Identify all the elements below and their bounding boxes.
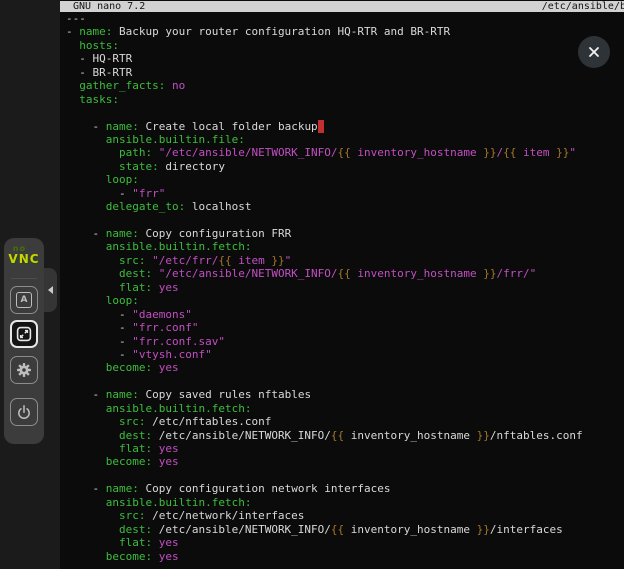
panel-divider (11, 278, 37, 279)
editor-line: become: yes (66, 455, 624, 468)
a-key-icon: A (16, 292, 32, 308)
editor-line: - name: Create local folder backup (66, 120, 624, 133)
fullscreen-icon (16, 326, 32, 342)
editor-line: flat: yes (66, 442, 624, 455)
editor-line: flat: yes (66, 281, 624, 294)
close-button[interactable] (578, 36, 610, 68)
novnc-logo-vnc: VNC (4, 253, 44, 265)
editor-line: - name: Copy configuration FRR (66, 227, 624, 240)
editor-line: - "vtysh.conf" (66, 348, 624, 361)
gear-icon (16, 362, 32, 378)
editor-line (66, 469, 624, 482)
editor-line: - "frr" (66, 187, 624, 200)
editor-line: hosts: (66, 39, 624, 52)
editor-line: - HQ-RTR (66, 52, 624, 65)
editor-line: - BR-RTR (66, 66, 624, 79)
terminal-window: GNU nano 7.2 /etc/ansible/b ---- name: B… (60, 0, 624, 569)
settings-button[interactable] (10, 356, 38, 384)
editor-line: src: "/etc/frr/{{ item }}" (66, 254, 624, 267)
editor-line: - name: Backup your router configuration… (66, 25, 624, 38)
editor-line: src: /etc/network/interfaces (66, 509, 624, 522)
close-icon (588, 46, 600, 58)
editor-line: tasks: (66, 93, 624, 106)
nano-version-label: GNU nano 7.2 (73, 1, 145, 12)
editor-line: - name: Copy configuration network inter… (66, 482, 624, 495)
editor-line: become: yes (66, 550, 624, 563)
editor-line: dest: /etc/ansible/NETWORK_INFO/{{ inven… (66, 429, 624, 442)
fullscreen-button[interactable] (10, 320, 38, 348)
editor-line: delegate_to: localhost (66, 200, 624, 213)
editor-line: path: "/etc/ansible/NETWORK_INFO/{{ inve… (66, 146, 624, 159)
nano-titlebar: GNU nano 7.2 /etc/ansible/b (60, 1, 624, 12)
editor-line: src: /etc/nftables.conf (66, 415, 624, 428)
power-icon (16, 404, 32, 420)
editor-line (66, 375, 624, 388)
novnc-logo: no VNC (4, 245, 44, 265)
editor-line: gather_facts: no (66, 79, 624, 92)
editor-line: --- (66, 12, 624, 25)
editor-line: ansible.builtin.fetch: (66, 240, 624, 253)
editor-line: loop: (66, 173, 624, 186)
editor-line: state: directory (66, 160, 624, 173)
editor-line: become: yes (66, 361, 624, 374)
keyboard-button[interactable]: A (10, 286, 38, 314)
editor-line: - "frr.conf.sav" (66, 335, 624, 348)
editor-line: dest: /etc/ansible/NETWORK_INFO/{{ inven… (66, 523, 624, 536)
editor-text[interactable]: ---- name: Backup your router configurat… (66, 12, 624, 569)
editor-line: ansible.builtin.fetch: (66, 496, 624, 509)
editor-line (66, 106, 624, 119)
editor-line: dest: "/etc/ansible/NETWORK_INFO/{{ inve… (66, 267, 624, 280)
editor-line: flat: yes (66, 536, 624, 549)
nano-filename-label: /etc/ansible/b (542, 1, 624, 12)
vnc-control-panel: no VNC A (4, 238, 44, 444)
power-button[interactable] (10, 398, 38, 426)
panel-collapse-handle[interactable] (44, 268, 57, 312)
editor-line: loop: (66, 294, 624, 307)
editor-line: ansible.builtin.file: (66, 133, 624, 146)
collapse-left-icon (48, 286, 53, 294)
editor-line: - name: Copy saved rules nftables (66, 388, 624, 401)
editor-line (66, 214, 624, 227)
editor-line: ansible.builtin.fetch: (66, 402, 624, 415)
editor-line: - "frr.conf" (66, 321, 624, 334)
editor-line: - "daemons" (66, 308, 624, 321)
